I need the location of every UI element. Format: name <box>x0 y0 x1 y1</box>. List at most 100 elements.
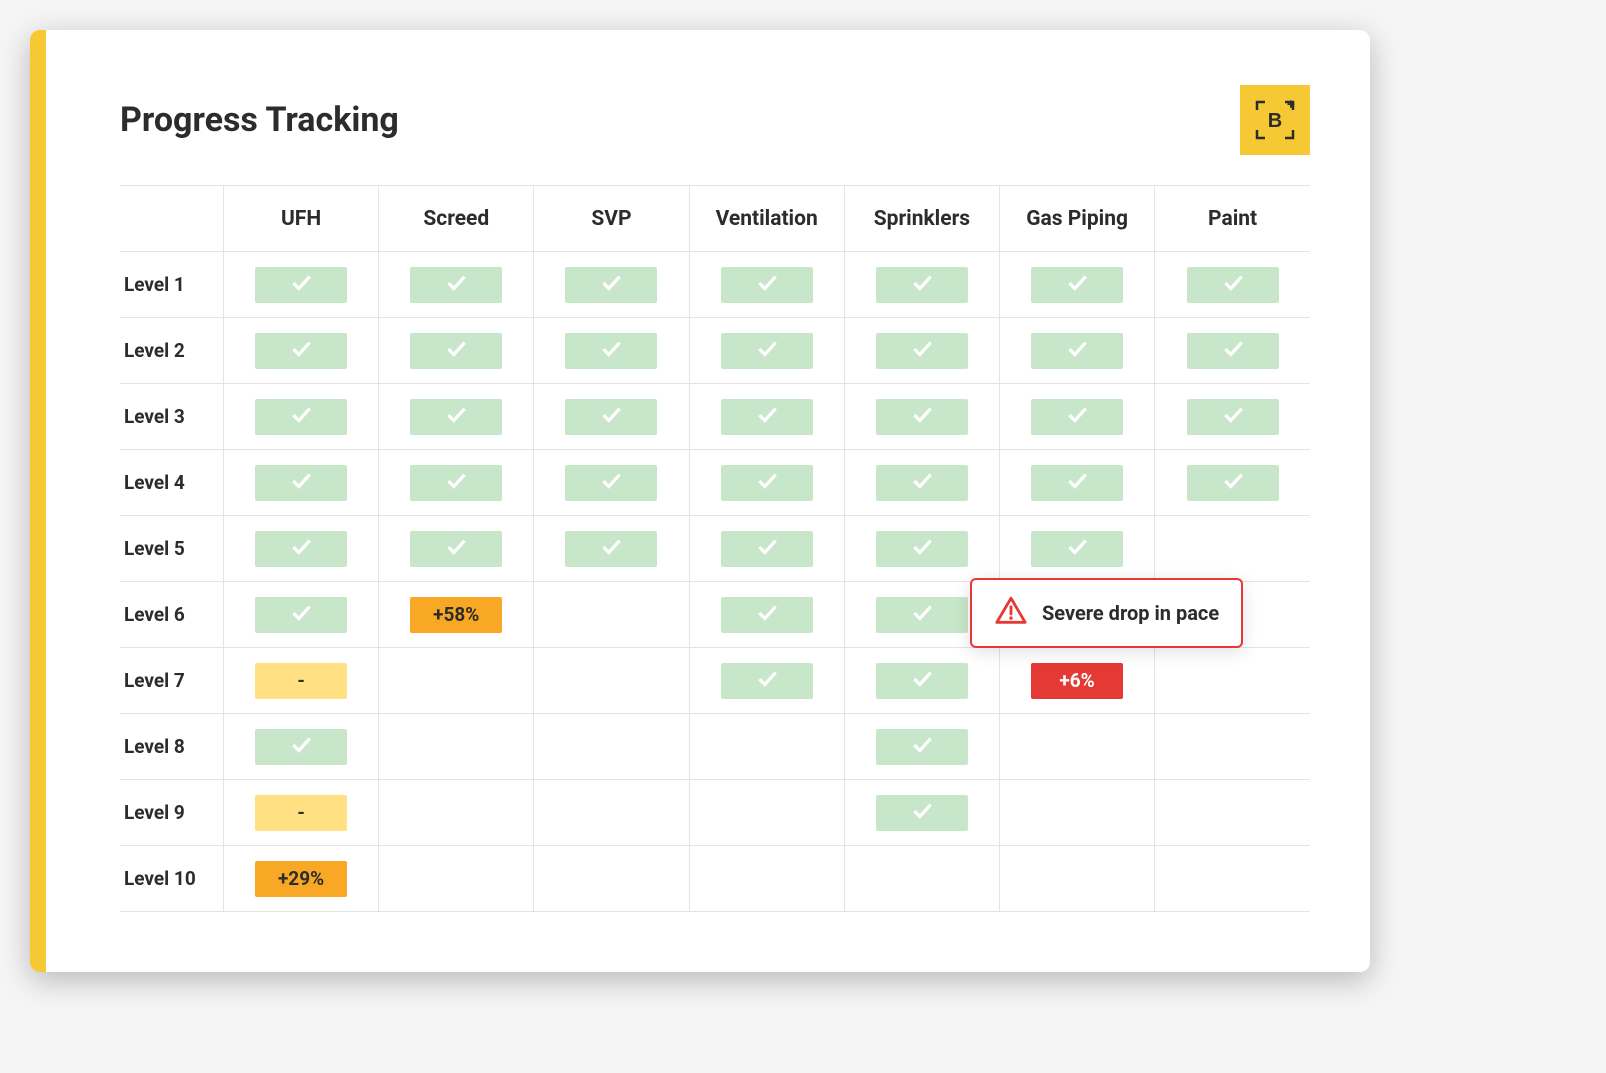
table-cell[interactable] <box>1155 714 1310 780</box>
table-cell[interactable] <box>844 780 999 846</box>
status-chip-done[interactable] <box>565 399 657 435</box>
table-cell[interactable] <box>844 384 999 450</box>
table-cell[interactable] <box>534 450 689 516</box>
status-chip-done[interactable] <box>1031 465 1123 501</box>
status-chip-done[interactable] <box>1187 399 1279 435</box>
status-chip-done[interactable] <box>565 333 657 369</box>
status-chip-done[interactable] <box>410 333 502 369</box>
table-cell[interactable] <box>1155 846 1310 912</box>
table-cell[interactable] <box>844 846 999 912</box>
status-chip-done[interactable] <box>721 399 813 435</box>
status-chip-done[interactable] <box>1031 267 1123 303</box>
status-chip-done[interactable] <box>255 465 347 501</box>
table-cell[interactable] <box>689 516 844 582</box>
status-chip-done[interactable] <box>721 465 813 501</box>
table-cell[interactable] <box>689 648 844 714</box>
status-chip-done[interactable] <box>721 333 813 369</box>
table-cell[interactable] <box>689 384 844 450</box>
table-cell[interactable]: - <box>223 780 378 846</box>
table-cell[interactable] <box>844 714 999 780</box>
status-chip-done[interactable] <box>565 267 657 303</box>
table-cell[interactable] <box>379 318 534 384</box>
status-chip-done[interactable] <box>876 465 968 501</box>
table-cell[interactable] <box>689 780 844 846</box>
status-chip-done[interactable] <box>876 597 968 633</box>
table-cell[interactable] <box>689 450 844 516</box>
table-cell[interactable] <box>223 384 378 450</box>
status-chip-done[interactable] <box>255 333 347 369</box>
table-cell[interactable] <box>1155 384 1310 450</box>
table-cell[interactable] <box>223 450 378 516</box>
table-cell[interactable] <box>999 780 1154 846</box>
table-cell[interactable] <box>999 450 1154 516</box>
table-cell[interactable] <box>534 252 689 318</box>
table-cell[interactable] <box>534 318 689 384</box>
status-chip-done[interactable] <box>721 531 813 567</box>
table-cell[interactable] <box>1155 648 1310 714</box>
status-chip-done[interactable] <box>255 531 347 567</box>
status-chip-done[interactable] <box>876 729 968 765</box>
status-chip-done[interactable] <box>876 531 968 567</box>
table-cell[interactable] <box>1155 516 1310 582</box>
table-cell[interactable] <box>999 846 1154 912</box>
table-cell[interactable] <box>999 516 1154 582</box>
table-cell[interactable] <box>844 318 999 384</box>
table-cell[interactable]: +29% <box>223 846 378 912</box>
status-chip-done[interactable] <box>1031 531 1123 567</box>
table-cell[interactable] <box>689 582 844 648</box>
table-cell[interactable] <box>223 714 378 780</box>
table-cell[interactable] <box>379 384 534 450</box>
table-cell[interactable] <box>534 516 689 582</box>
brand-logo[interactable]: B + <box>1240 85 1310 155</box>
table-cell[interactable] <box>844 648 999 714</box>
table-cell[interactable] <box>534 714 689 780</box>
table-cell[interactable] <box>379 846 534 912</box>
status-chip-progress[interactable]: +58% <box>410 597 502 633</box>
status-chip-done[interactable] <box>876 663 968 699</box>
table-cell[interactable] <box>534 780 689 846</box>
table-cell[interactable] <box>379 450 534 516</box>
table-cell[interactable] <box>999 252 1154 318</box>
status-chip-done[interactable] <box>410 267 502 303</box>
table-cell[interactable] <box>999 714 1154 780</box>
status-chip-done[interactable] <box>1187 333 1279 369</box>
table-cell[interactable] <box>534 384 689 450</box>
table-cell[interactable] <box>844 450 999 516</box>
table-cell[interactable] <box>1155 318 1310 384</box>
status-chip-done[interactable] <box>876 267 968 303</box>
status-chip-done[interactable] <box>876 795 968 831</box>
status-chip-done[interactable] <box>255 399 347 435</box>
table-cell[interactable]: +6% <box>999 648 1154 714</box>
table-cell[interactable] <box>379 252 534 318</box>
status-chip-done[interactable] <box>721 597 813 633</box>
table-cell[interactable] <box>1155 252 1310 318</box>
table-cell[interactable] <box>534 846 689 912</box>
table-cell[interactable] <box>689 846 844 912</box>
status-chip-pending[interactable]: - <box>255 795 347 831</box>
status-chip-done[interactable] <box>1187 267 1279 303</box>
status-chip-done[interactable] <box>1187 465 1279 501</box>
table-cell[interactable] <box>689 318 844 384</box>
status-chip-done[interactable] <box>410 531 502 567</box>
table-cell[interactable] <box>534 582 689 648</box>
table-cell[interactable] <box>844 252 999 318</box>
table-cell[interactable] <box>1155 450 1310 516</box>
table-cell[interactable] <box>999 384 1154 450</box>
table-cell[interactable] <box>223 252 378 318</box>
status-chip-done[interactable] <box>1031 333 1123 369</box>
status-chip-done[interactable] <box>876 399 968 435</box>
table-cell[interactable] <box>223 318 378 384</box>
status-chip-done[interactable] <box>410 465 502 501</box>
table-cell[interactable] <box>1155 780 1310 846</box>
status-chip-done[interactable] <box>255 729 347 765</box>
status-chip-done[interactable] <box>1031 399 1123 435</box>
status-chip-done[interactable] <box>565 531 657 567</box>
status-chip-done[interactable] <box>721 267 813 303</box>
alert-callout[interactable]: Severe drop in pace <box>970 578 1243 648</box>
status-chip-done[interactable] <box>255 267 347 303</box>
status-chip-alert[interactable]: +6% <box>1031 663 1123 699</box>
table-cell[interactable] <box>844 516 999 582</box>
table-cell[interactable] <box>223 516 378 582</box>
status-chip-done[interactable] <box>410 399 502 435</box>
table-cell[interactable] <box>379 780 534 846</box>
